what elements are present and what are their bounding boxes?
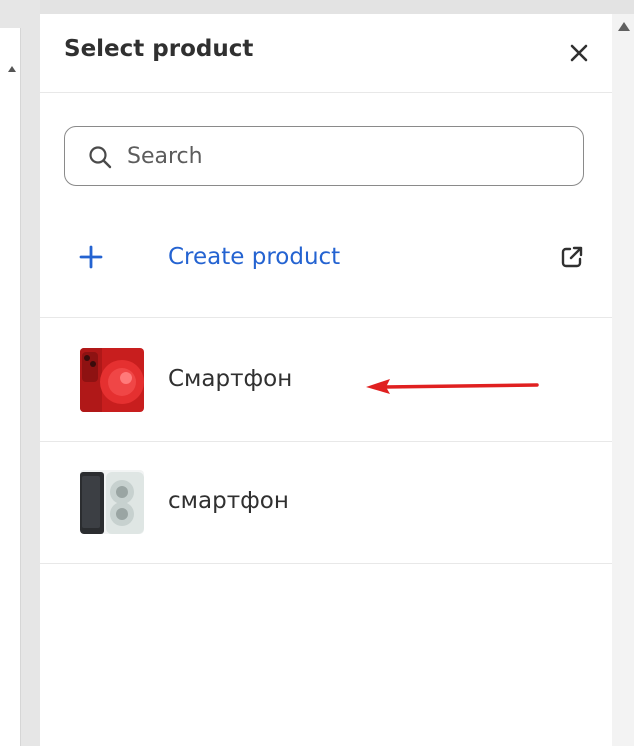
create-product-link[interactable]: Create product bbox=[168, 244, 340, 270]
external-link-icon[interactable] bbox=[558, 243, 586, 271]
product-name: смартфон bbox=[168, 488, 289, 514]
top-band bbox=[0, 0, 634, 14]
background-left-inner bbox=[0, 28, 21, 746]
white-phone-thumbnail bbox=[80, 470, 144, 534]
close-button[interactable] bbox=[564, 38, 594, 68]
panel-header: Select product bbox=[40, 14, 612, 93]
plus-icon[interactable] bbox=[78, 244, 104, 270]
panel-title: Select product bbox=[64, 36, 254, 62]
scroll-up-arrow-icon[interactable] bbox=[618, 22, 630, 31]
select-product-panel: Select product Create product bbox=[40, 14, 612, 746]
search-icon bbox=[89, 146, 112, 169]
product-item-1[interactable]: смартфон bbox=[40, 442, 612, 564]
page: Select product Create product bbox=[0, 0, 634, 746]
search-field[interactable] bbox=[64, 126, 584, 186]
caret-up-icon bbox=[8, 66, 16, 72]
red-arrow-annotation bbox=[366, 379, 539, 394]
scrollbar[interactable] bbox=[612, 14, 634, 746]
product-item-0[interactable]: Смартфон bbox=[40, 320, 612, 442]
search-input[interactable] bbox=[127, 137, 567, 175]
product-name: Смартфон bbox=[168, 366, 293, 392]
create-product-row: Create product bbox=[40, 210, 612, 318]
background-left-panel bbox=[0, 0, 40, 746]
red-phone-thumbnail bbox=[80, 348, 144, 412]
close-icon bbox=[570, 44, 588, 62]
